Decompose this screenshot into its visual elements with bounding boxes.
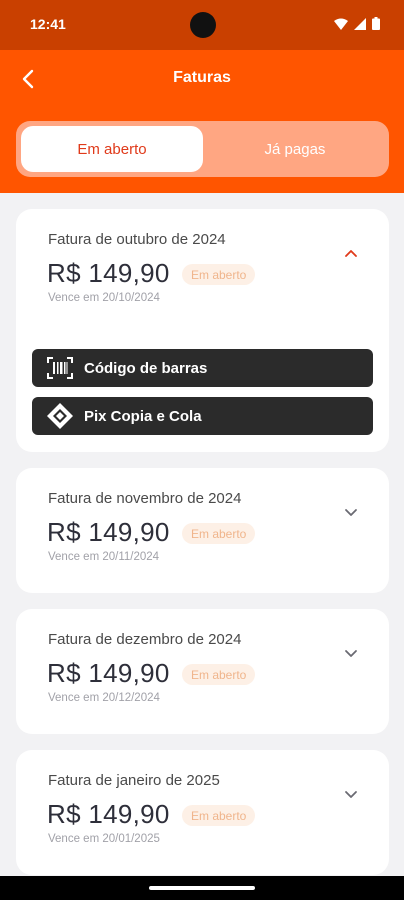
chevron-down-icon[interactable] — [343, 645, 359, 661]
status-time: 12:41 — [30, 16, 66, 32]
invoice-amount: R$ 149,90 — [47, 658, 170, 688]
invoice-due-date: Vence em 20/10/2024 — [48, 292, 160, 304]
invoice-status-tabs: Em aberto Já pagas — [16, 121, 389, 177]
battery-icon — [372, 17, 380, 30]
barcode-button[interactable]: Código de barras — [32, 349, 373, 387]
wifi-icon — [334, 18, 348, 30]
status-bar: 12:41 — [0, 0, 404, 50]
tab-em-aberto[interactable]: Em aberto — [21, 126, 203, 172]
chevron-down-icon[interactable] — [343, 504, 359, 520]
invoice-due-date: Vence em 20/12/2024 — [48, 692, 160, 704]
invoice-card[interactable]: Fatura de novembro de 2024 R$ 149,90 Em … — [16, 468, 389, 593]
pix-button-label: Pix Copia e Cola — [84, 407, 202, 425]
camera-cutout — [190, 12, 216, 38]
tab-ja-pagas[interactable]: Já pagas — [204, 126, 386, 172]
page-title: Faturas — [173, 69, 231, 86]
status-badge: Em aberto — [182, 805, 256, 826]
invoice-title: Fatura de novembro de 2024 — [48, 490, 242, 507]
status-badge: Em aberto — [182, 523, 256, 544]
invoice-card[interactable]: Fatura de janeiro de 2025 R$ 149,90 Em a… — [16, 750, 389, 875]
invoice-due-date: Vence em 20/11/2024 — [48, 551, 160, 563]
invoice-title: Fatura de dezembro de 2024 — [48, 631, 242, 648]
invoice-amount: R$ 149,90 — [47, 517, 170, 547]
signal-icon — [354, 17, 366, 30]
navigation-bar — [0, 876, 404, 900]
pix-icon — [41, 397, 79, 435]
invoice-title: Fatura de outubro de 2024 — [48, 231, 226, 248]
barcode-button-label: Código de barras — [84, 359, 208, 377]
invoice-amount: R$ 149,90 — [47, 258, 170, 288]
status-badge: Em aberto — [182, 664, 256, 685]
pix-button[interactable]: Pix Copia e Cola — [32, 397, 373, 435]
home-gesture-handle[interactable] — [149, 886, 255, 890]
chevron-down-icon[interactable] — [343, 786, 359, 802]
barcode-icon — [41, 349, 79, 387]
chevron-up-icon[interactable] — [343, 245, 359, 261]
status-badge: Em aberto — [182, 264, 256, 285]
invoice-card[interactable]: Fatura de outubro de 2024 R$ 149,90 Em a… — [16, 209, 389, 452]
invoice-amount: R$ 149,90 — [47, 799, 170, 829]
invoice-due-date: Vence em 20/01/2025 — [48, 833, 160, 845]
invoice-card[interactable]: Fatura de dezembro de 2024 R$ 149,90 Em … — [16, 609, 389, 734]
system-icons — [334, 17, 380, 30]
invoice-title: Fatura de janeiro de 2025 — [48, 772, 220, 789]
